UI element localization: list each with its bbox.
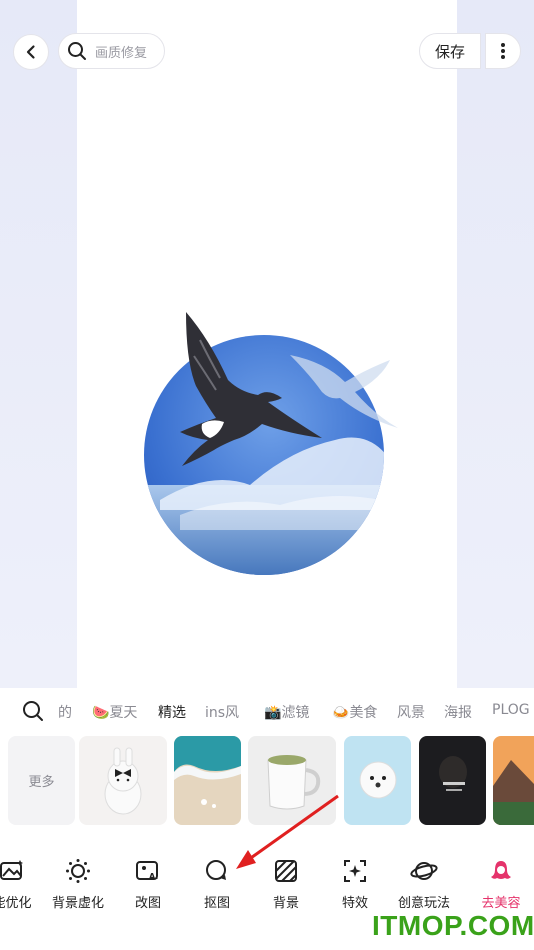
tab-poster[interactable]: 海报: [444, 702, 472, 722]
tool-ai-edit[interactable]: AI 改图: [113, 856, 183, 911]
background-icon: [275, 860, 297, 882]
back-button[interactable]: [13, 34, 49, 70]
smart-enhance-icon: [0, 860, 23, 880]
tool-label: 改图: [134, 896, 161, 911]
tool-label: 创意玩法: [397, 896, 450, 911]
tab-featured[interactable]: 精选: [158, 702, 186, 722]
left-background: [0, 0, 77, 690]
search-placeholder: 画质修复: [95, 45, 148, 61]
tab-filter[interactable]: 📸滤镜: [264, 702, 309, 722]
tool-creative[interactable]: 创意玩法: [389, 856, 459, 911]
tab-food[interactable]: 🍛美食: [332, 702, 377, 722]
tool-label: 背景: [272, 896, 299, 911]
top-bar: 画质修复 保存: [0, 0, 534, 100]
beach-image: [174, 736, 241, 825]
template-thumbnail[interactable]: [248, 736, 336, 825]
tool-label: 能优化: [0, 896, 32, 911]
tab-scenery[interactable]: 风景: [397, 702, 425, 722]
puppy-image: [344, 736, 411, 825]
template-thumbnails: 更多: [0, 736, 534, 826]
category-search-icon[interactable]: [22, 700, 44, 722]
watermelon-icon: 🍉: [92, 705, 110, 721]
template-thumbnail[interactable]: [79, 736, 167, 825]
chevron-left-icon: [26, 45, 35, 59]
svg-text:AI: AI: [149, 872, 158, 881]
camera-icon: 📸: [264, 705, 282, 721]
dark-portrait-image: [419, 736, 486, 825]
template-thumbnail[interactable]: [344, 736, 411, 825]
template-thumbnail[interactable]: [174, 736, 241, 825]
search-input[interactable]: 画质修复: [58, 33, 165, 69]
creative-planet-icon: [410, 862, 438, 880]
tool-bar: 能优化 背景虚化 AI 改图 抠图 背景 特效 创意玩法 去美容: [0, 856, 534, 916]
tool-label: 抠图: [203, 896, 230, 911]
tab-summer[interactable]: 🍉夏天: [92, 702, 137, 722]
more-options-button[interactable]: [485, 33, 521, 69]
more-vertical-icon: [501, 43, 505, 59]
watermark-text: ITMOP.COM: [372, 910, 534, 941]
edited-photo[interactable]: [140, 300, 430, 580]
tool-effects[interactable]: 特效: [320, 856, 390, 911]
tool-background[interactable]: 背景: [251, 856, 321, 911]
tool-label: 特效: [341, 896, 368, 911]
right-background: [457, 0, 534, 690]
template-thumbnail[interactable]: [419, 736, 486, 825]
save-button[interactable]: 保存: [419, 33, 481, 69]
effects-icon: [344, 860, 366, 882]
mountain-sunset-image: [493, 736, 534, 825]
food-icon: 🍛: [332, 705, 350, 721]
ai-edit-image-icon: AI: [136, 861, 158, 881]
template-thumbnail[interactable]: [493, 736, 534, 825]
more-templates-button[interactable]: 更多: [8, 736, 75, 825]
tool-label: 去美容: [481, 896, 521, 911]
tool-background-blur[interactable]: 背景虚化: [43, 856, 113, 911]
tool-smart-enhance[interactable]: 能优化: [0, 856, 47, 911]
tab-plog[interactable]: PLOG: [492, 702, 530, 718]
tool-label: 背景虚化: [51, 896, 104, 911]
mug-image: [248, 736, 336, 825]
tool-cutout[interactable]: 抠图: [182, 856, 252, 911]
search-icon: [68, 42, 86, 60]
tab-category[interactable]: 的: [58, 702, 72, 722]
bunny-figure-image: [79, 736, 167, 825]
beauty-icon: [491, 861, 511, 879]
cutout-icon: [206, 860, 226, 880]
tab-ins-style[interactable]: ins风: [205, 702, 239, 722]
background-blur-icon: [66, 859, 90, 883]
category-tabs: 的 🍉夏天 精选 ins风 📸滤镜 🍛美食 风景 海报 PLOG: [0, 696, 534, 726]
tool-beauty[interactable]: 去美容: [466, 856, 534, 911]
